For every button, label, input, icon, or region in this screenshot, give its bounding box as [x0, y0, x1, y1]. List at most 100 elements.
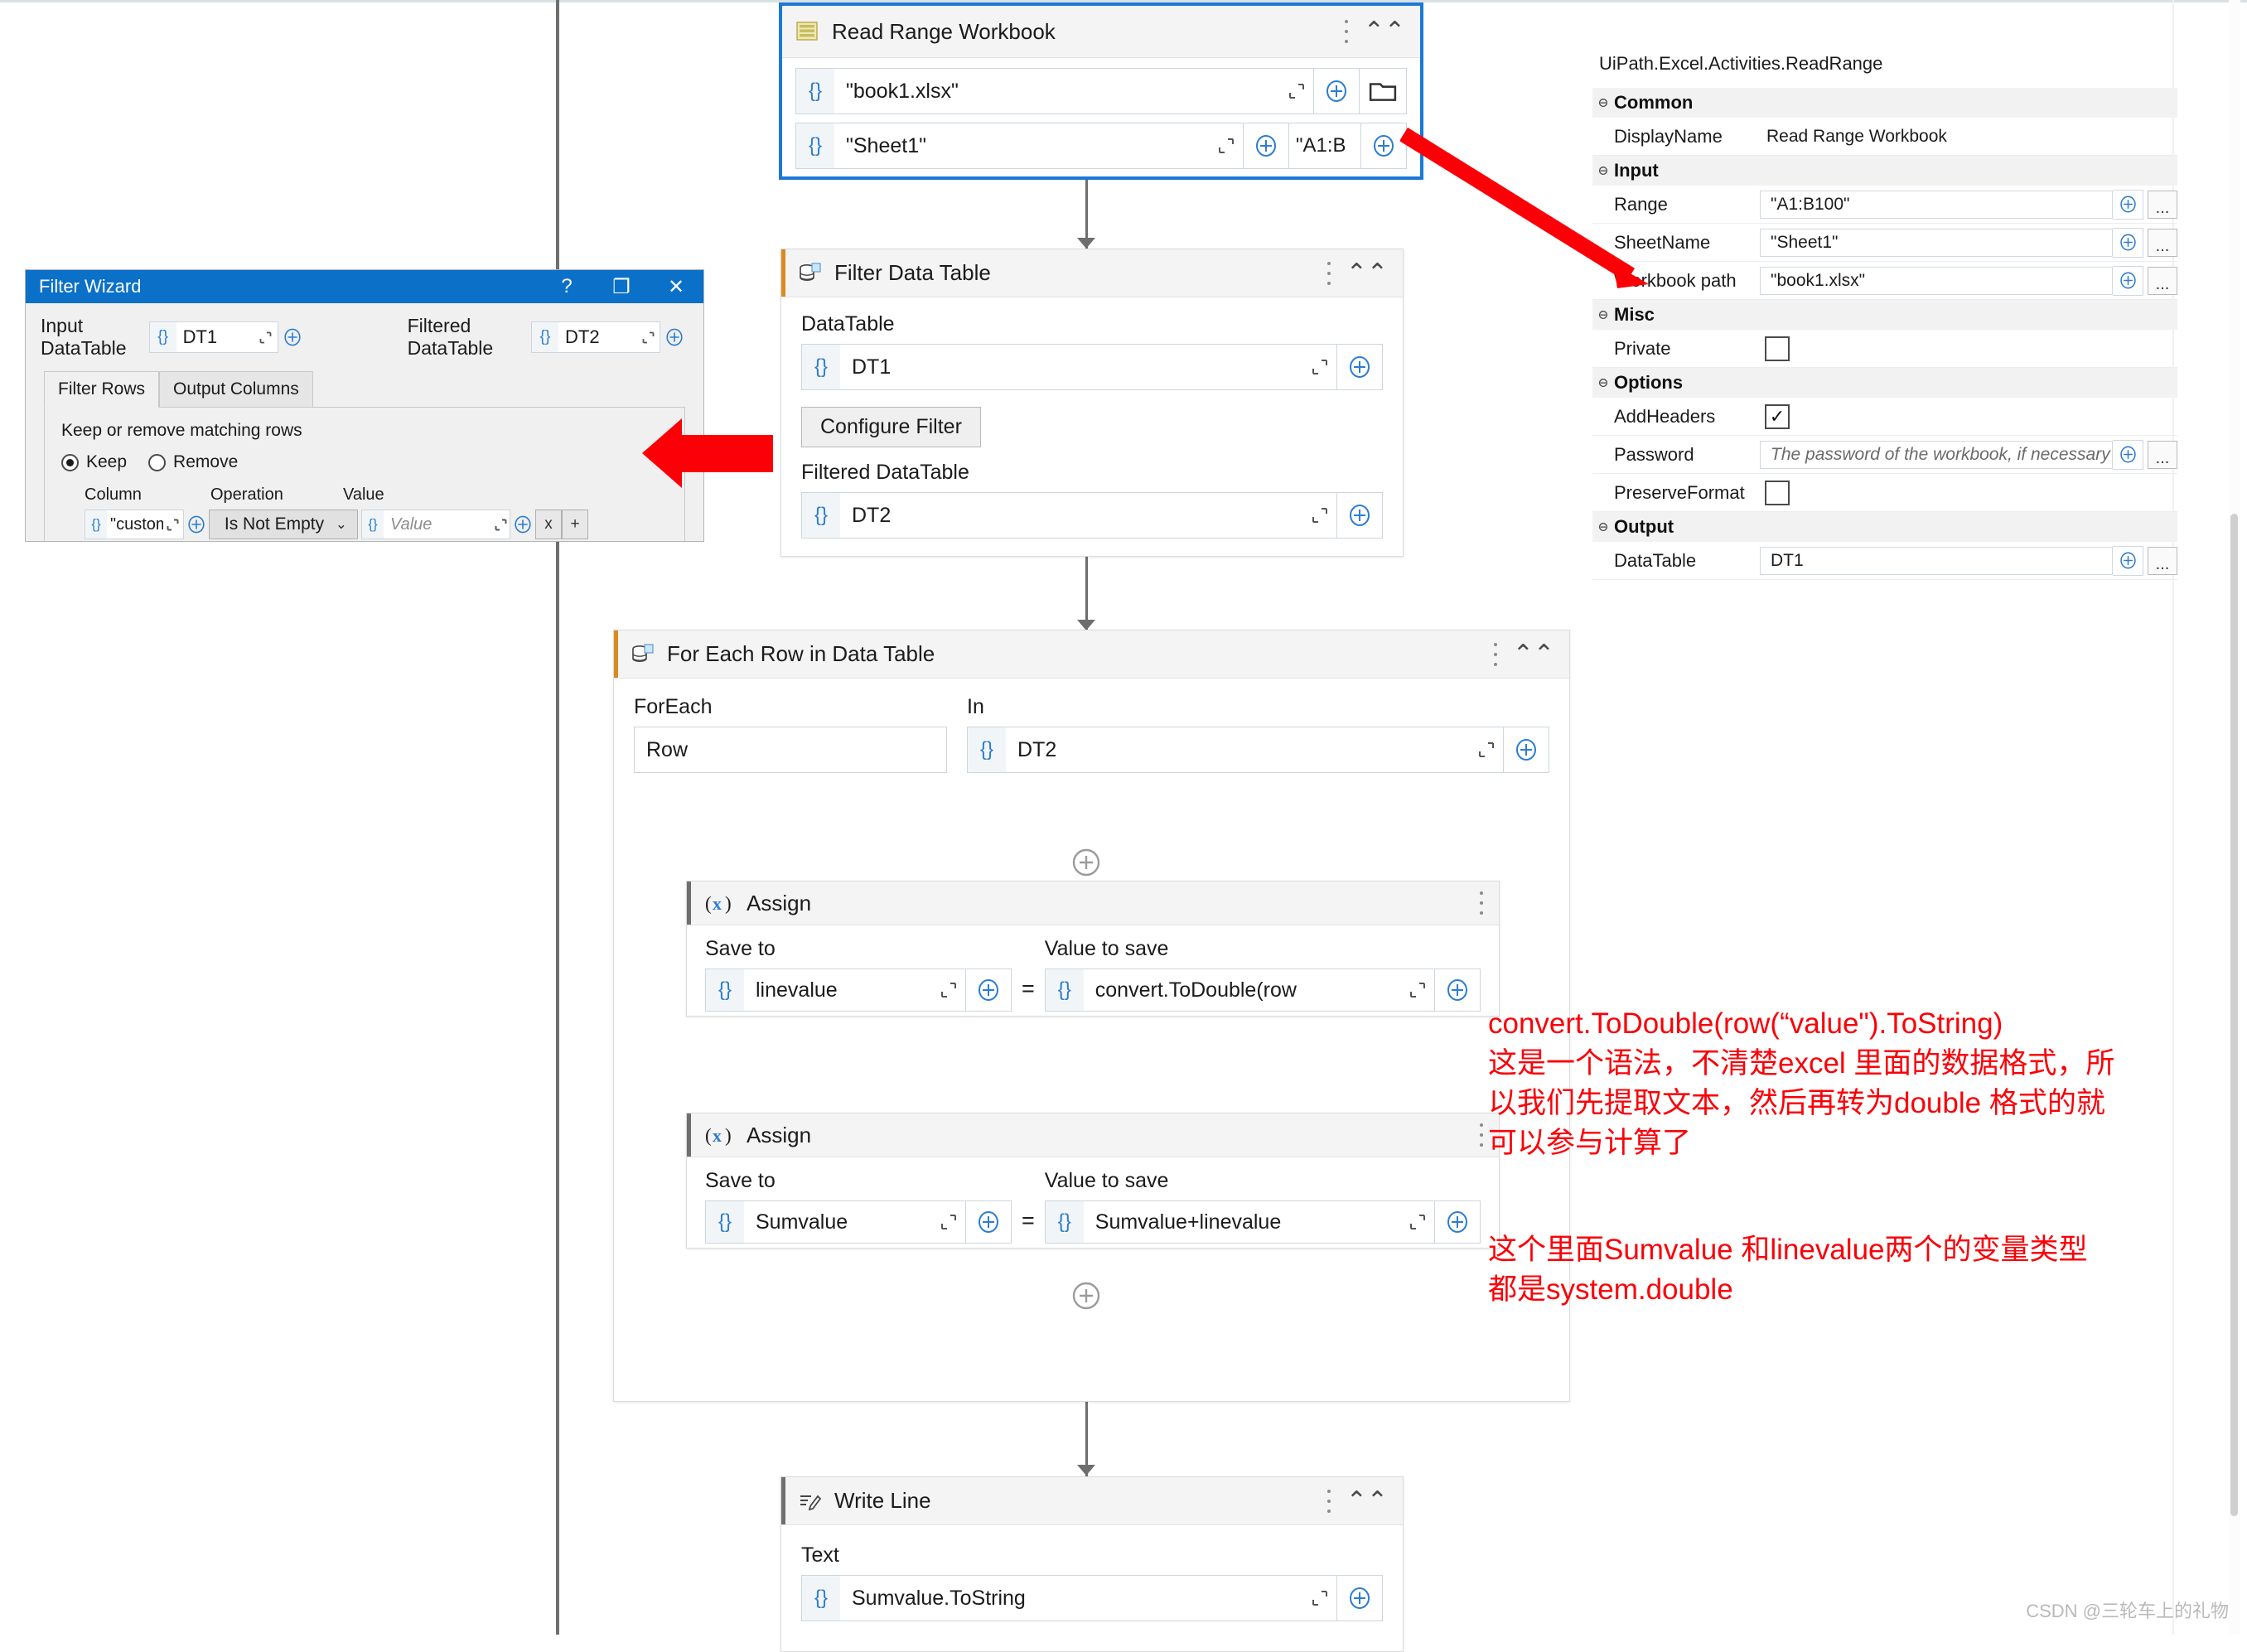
- maximize-icon[interactable]: ❐: [594, 270, 649, 303]
- writeline-header[interactable]: Write Line ⌃⌃: [781, 1477, 1403, 1525]
- activity-assign-sumvalue[interactable]: (x) Assign Save to {} Sumvalue = Value t…: [686, 1113, 1500, 1249]
- sheet-name-row[interactable]: {} "Sheet1" "A1:B: [795, 123, 1407, 169]
- writeline-text-plus-button[interactable]: [1337, 1575, 1383, 1621]
- property-row[interactable]: Private: [1592, 330, 2177, 368]
- filter-row[interactable]: {} "custom Is Not Empty ⌄ {} Value: [85, 510, 668, 539]
- assign1-header[interactable]: (x) Assign: [687, 882, 1499, 925]
- radio-remove[interactable]: Remove: [148, 452, 238, 472]
- foreach-header[interactable]: For Each Row in Data Table ⌃⌃: [614, 630, 1569, 679]
- filter-dt-filtered-plus-button[interactable]: [1337, 492, 1383, 539]
- expand-editor-icon[interactable]: [1470, 741, 1503, 758]
- assign1-saveto-row[interactable]: {} linevalue: [705, 968, 1012, 1012]
- filter-row-operation-select[interactable]: Is Not Empty ⌄: [209, 510, 358, 539]
- foreach-in-field[interactable]: {} DT2: [967, 727, 1504, 773]
- fw-filtered-datatable-field[interactable]: {} DT2: [531, 321, 660, 353]
- filter-row-value-plus-button[interactable]: [510, 510, 535, 539]
- property-value[interactable]: "A1:B100"...: [1757, 186, 2177, 223]
- filter-dt-kebab-menu[interactable]: [1326, 261, 1331, 285]
- filter-wizard-titlebar[interactable]: Filter Wizard ? ❐ ✕: [26, 270, 703, 303]
- properties-group-output[interactable]: ⊖ Output: [1592, 512, 2177, 542]
- property-value[interactable]: [1757, 330, 2177, 367]
- filter-dt-header[interactable]: Filter Data Table ⌃⌃: [781, 249, 1403, 297]
- expand-editor-icon[interactable]: [932, 982, 965, 998]
- property-row[interactable]: Password The password of the workbook, if…: [1592, 436, 2177, 474]
- tab-output-columns[interactable]: Output Columns: [159, 371, 313, 407]
- activity-filter-data-table[interactable]: Filter Data Table ⌃⌃ DataTable {} DT1 Co…: [780, 249, 1404, 557]
- assign1-valuetosave-row[interactable]: {} convert.ToDouble(row: [1044, 968, 1481, 1012]
- filter-dt-filtered-row[interactable]: {} DT2: [801, 492, 1383, 539]
- assign2-valuetosave-row[interactable]: {} Sumvalue+linevalue: [1044, 1200, 1481, 1244]
- chevron-collapse-icon[interactable]: ⌃⌃: [1346, 260, 1388, 285]
- property-input[interactable]: DT1: [1760, 546, 2113, 575]
- property-plus-button[interactable]: [2113, 189, 2143, 220]
- property-row[interactable]: DataTable DT1...: [1592, 542, 2177, 580]
- property-input[interactable]: "book1.xlsx": [1760, 266, 2113, 295]
- sheet-name-field[interactable]: {} "Sheet1": [795, 123, 1244, 169]
- property-row[interactable]: PreserveFormat: [1592, 474, 2177, 512]
- workbook-path-field[interactable]: {} "book1.xlsx": [795, 68, 1314, 114]
- radio-keep[interactable]: Keep: [61, 452, 127, 472]
- property-value[interactable]: Read Range Workbook: [1757, 118, 2177, 155]
- sheet-name-plus-button[interactable]: [1244, 123, 1289, 169]
- chevron-collapse-icon[interactable]: ⌃⌃: [1364, 19, 1405, 44]
- filter-row-remove-button[interactable]: x: [535, 510, 562, 539]
- assign1-saveto-field[interactable]: {} linevalue: [705, 968, 966, 1012]
- property-input[interactable]: "A1:B100": [1760, 190, 2113, 219]
- fw-input-datatable-field[interactable]: {} DT1: [148, 321, 278, 353]
- expand-editor-icon[interactable]: [1401, 982, 1434, 998]
- activity-write-line[interactable]: Write Line ⌃⌃ Text {} Sumvalue.ToString: [780, 1476, 1404, 1652]
- property-row[interactable]: AddHeaders ✓: [1592, 398, 2177, 436]
- foreach-var-row[interactable]: Row: [634, 727, 947, 773]
- assign2-header[interactable]: (x) Assign: [687, 1113, 1499, 1157]
- filter-wizard-dialog[interactable]: Filter Wizard ? ❐ ✕ Input DataTable {} D…: [25, 269, 704, 542]
- group-expander-icon[interactable]: ⊖: [1592, 306, 1614, 324]
- assign1-valuetosave-plus-button[interactable]: [1435, 968, 1481, 1012]
- expand-editor-icon[interactable]: [1280, 83, 1313, 99]
- fw-filtered-datatable-plus-button[interactable]: [660, 321, 689, 353]
- chevron-collapse-icon[interactable]: ⌃⌃: [1513, 641, 1554, 666]
- filter-dt-datatable-plus-button[interactable]: [1337, 344, 1383, 390]
- group-expander-icon[interactable]: ⊖: [1592, 94, 1614, 112]
- expand-editor-icon[interactable]: [636, 331, 660, 344]
- expand-editor-icon[interactable]: [1303, 359, 1336, 375]
- property-input[interactable]: The password of the workbook, if necessa…: [1760, 440, 2113, 469]
- foreach-var-field[interactable]: Row: [634, 727, 947, 773]
- property-ellipsis-button[interactable]: ...: [2148, 546, 2177, 575]
- expand-editor-icon[interactable]: [491, 519, 510, 531]
- add-activity-bottom-button[interactable]: [1070, 1280, 1102, 1316]
- expand-editor-icon[interactable]: [1401, 1214, 1434, 1230]
- property-plus-button[interactable]: [2113, 439, 2143, 470]
- assign2-valuetosave-field[interactable]: {} Sumvalue+linevalue: [1044, 1200, 1435, 1244]
- workbook-path-plus-button[interactable]: [1314, 68, 1360, 114]
- assign2-saveto-field[interactable]: {} Sumvalue: [705, 1200, 966, 1244]
- help-icon[interactable]: ?: [539, 270, 594, 303]
- property-value[interactable]: DT1...: [1757, 542, 2177, 579]
- assign2-saveto-plus-button[interactable]: [966, 1200, 1012, 1244]
- writeline-text-field[interactable]: {} Sumvalue.ToString: [801, 1575, 1337, 1621]
- expand-editor-icon[interactable]: [1303, 507, 1336, 524]
- foreach-kebab-menu[interactable]: [1493, 642, 1498, 666]
- filter-dt-filtered-field[interactable]: {} DT2: [801, 492, 1337, 539]
- writeline-kebab-menu[interactable]: [1326, 1489, 1331, 1513]
- read-range-header[interactable]: Read Range Workbook ⌃⌃: [782, 6, 1420, 58]
- fw-input-datatable-row[interactable]: {} DT1: [148, 321, 307, 353]
- property-value[interactable]: "book1.xlsx"...: [1757, 262, 2177, 299]
- range-field[interactable]: "A1:B: [1289, 123, 1361, 169]
- properties-group-options[interactable]: ⊖ Options: [1592, 368, 2177, 398]
- read-range-kebab-menu[interactable]: [1344, 20, 1349, 43]
- assign2-kebab-menu[interactable]: [1479, 1123, 1484, 1147]
- add-activity-top-button[interactable]: [1070, 847, 1102, 882]
- filter-dt-datatable-field[interactable]: {} DT1: [801, 344, 1337, 390]
- foreach-in-plus-button[interactable]: [1504, 727, 1549, 773]
- property-value[interactable]: ✓: [1757, 398, 2177, 435]
- assign2-saveto-row[interactable]: {} Sumvalue: [705, 1200, 1012, 1244]
- expand-editor-icon[interactable]: [1303, 1590, 1336, 1606]
- checkbox-addheaders[interactable]: ✓: [1765, 403, 1790, 429]
- property-value[interactable]: The password of the workbook, if necessa…: [1757, 436, 2177, 473]
- group-expander-icon[interactable]: ⊖: [1592, 518, 1614, 536]
- properties-group-common[interactable]: ⊖ Common: [1592, 88, 2177, 118]
- assign1-kebab-menu[interactable]: [1479, 891, 1484, 915]
- assign1-saveto-plus-button[interactable]: [966, 968, 1012, 1012]
- expand-editor-icon[interactable]: [163, 519, 181, 531]
- activity-read-range-workbook[interactable]: Read Range Workbook ⌃⌃ {} "book1.xlsx" {…: [779, 2, 1423, 180]
